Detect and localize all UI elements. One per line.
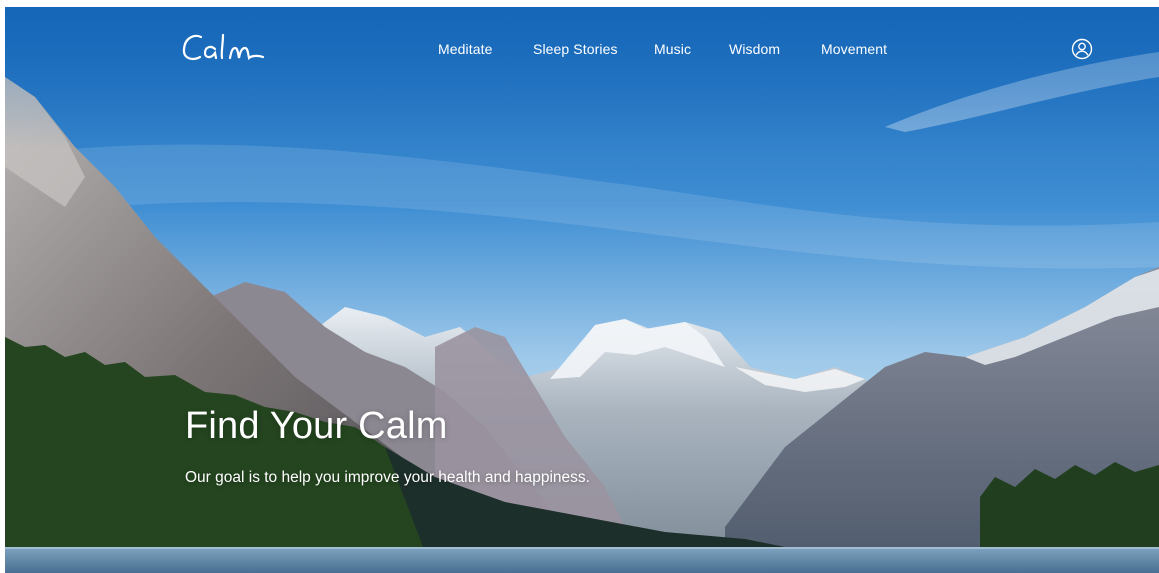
nav-link-music[interactable]: Music [654, 41, 691, 57]
user-circle-icon [1071, 38, 1093, 60]
page-frame: Meditate Sleep Stories Music Wisdom Move… [5, 7, 1159, 573]
hero-title: Find Your Calm [185, 405, 448, 447]
hero-subtitle: Our goal is to help you improve your hea… [185, 469, 590, 486]
nav-link-movement[interactable]: Movement [821, 41, 887, 57]
profile-button[interactable] [1071, 38, 1093, 60]
nav-link-sleep-stories[interactable]: Sleep Stories [533, 41, 618, 57]
calm-logo[interactable] [181, 27, 267, 67]
calm-logo-wordmark-icon [182, 33, 265, 61]
top-navigation: Meditate Sleep Stories Music Wisdom Move… [5, 7, 1159, 93]
nav-link-meditate[interactable]: Meditate [438, 41, 493, 57]
nav-link-wisdom[interactable]: Wisdom [729, 41, 780, 57]
